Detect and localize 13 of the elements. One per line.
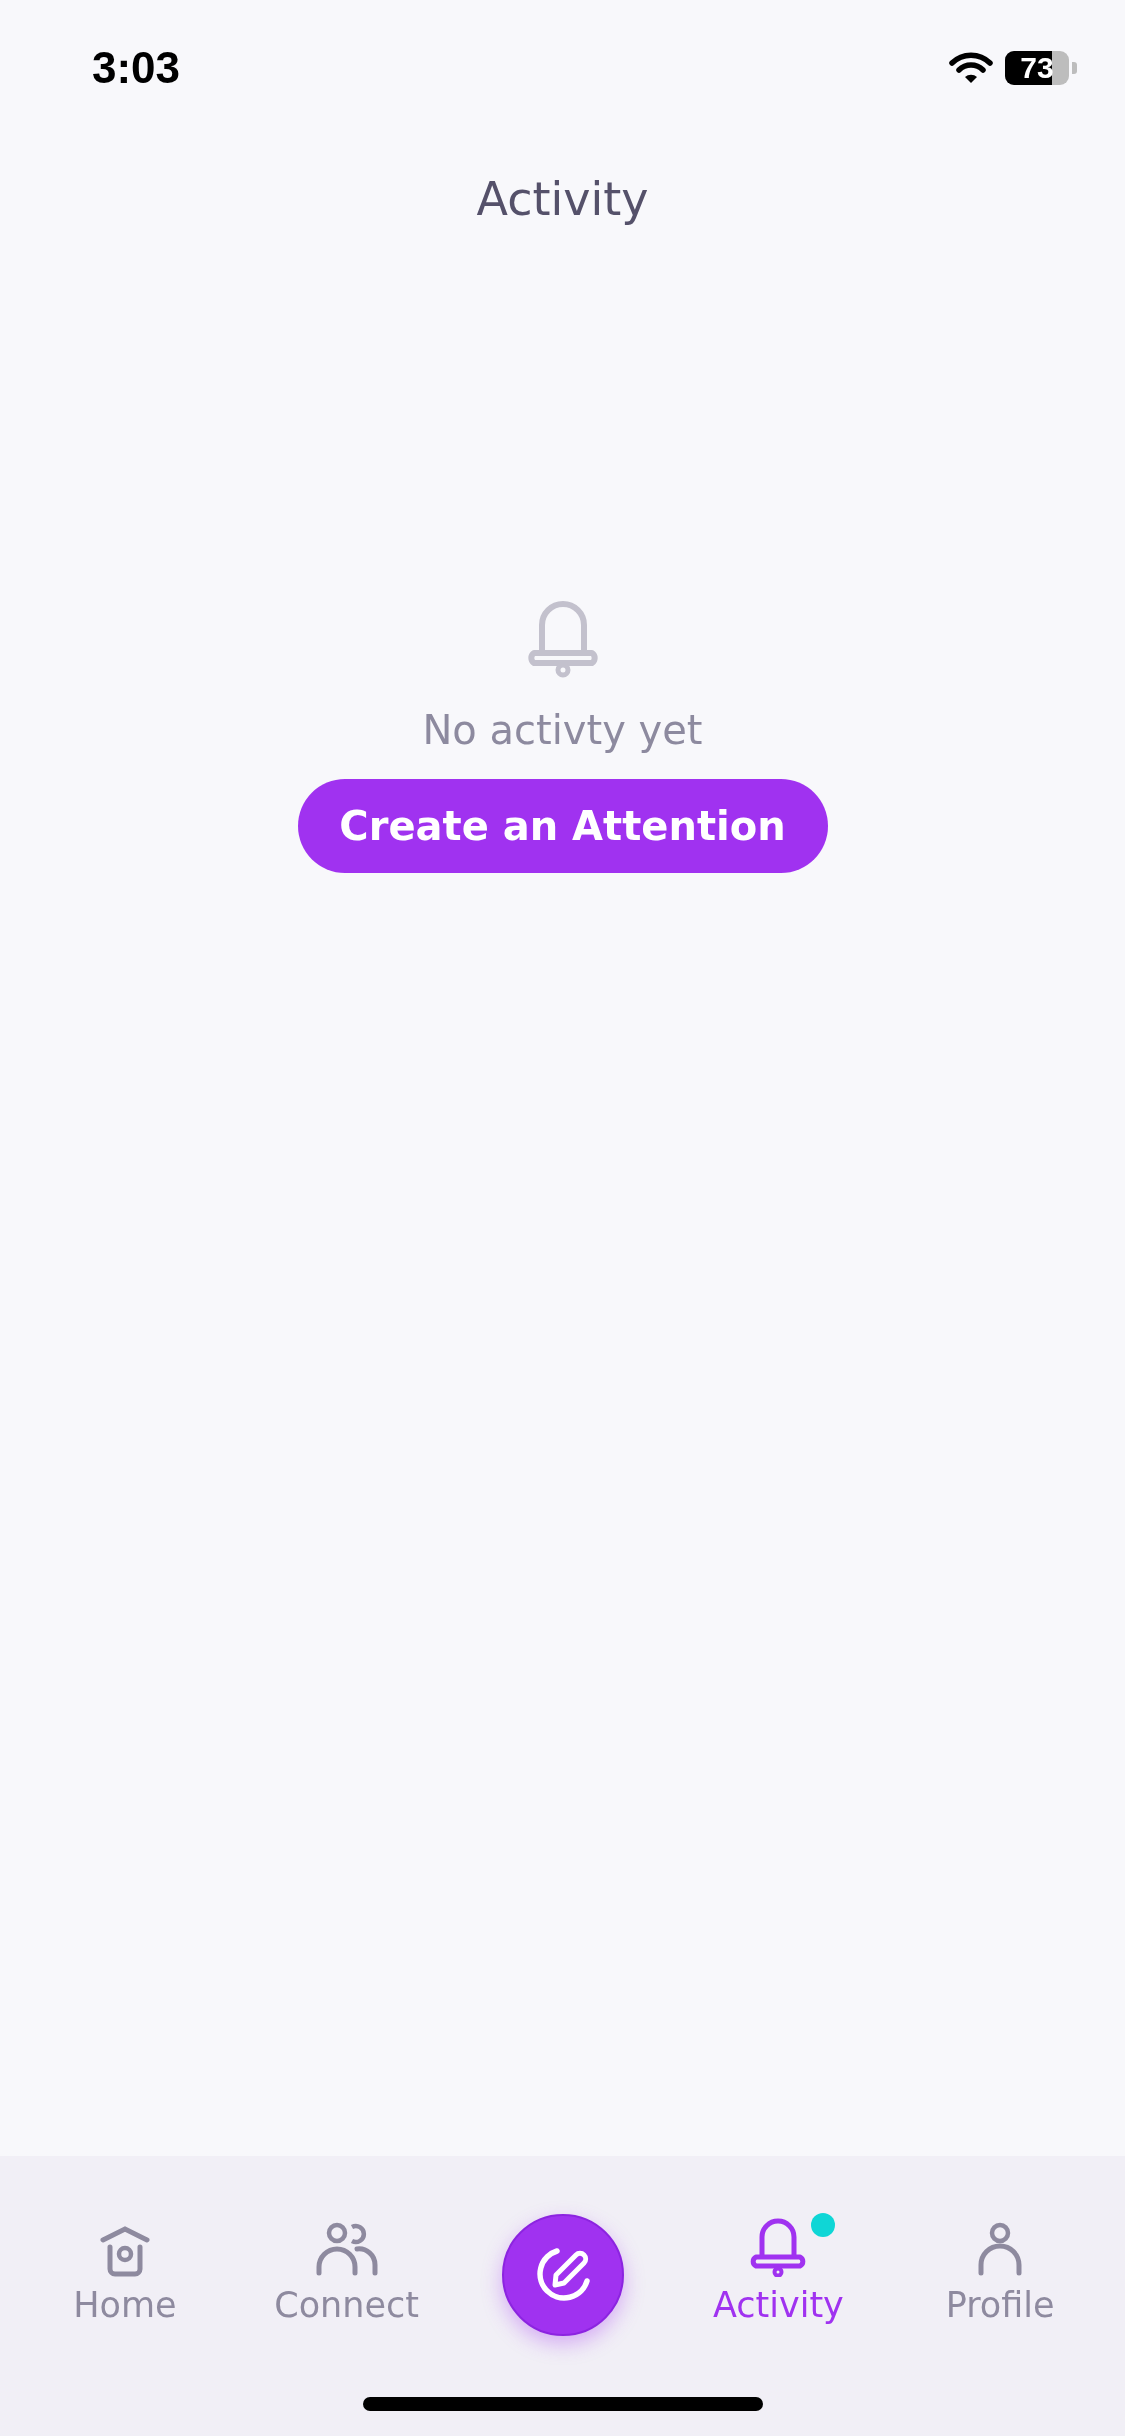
bell-icon [749,2217,808,2277]
wifi-icon [949,51,993,85]
tab-item[interactable]: Profile [889,2214,1111,2326]
status-time: 3:03 [92,43,181,93]
empty-message: No activty yet [422,707,703,753]
compose-button[interactable] [501,2214,624,2336]
people-icon [314,2221,379,2277]
house-icon [99,2225,150,2277]
tab-item[interactable]: Home [14,2214,236,2326]
create-attention-button[interactable]: Create an Attention [297,779,828,873]
battery-cap [1072,62,1077,74]
tab-item[interactable]: Activity [667,2214,890,2326]
tab-item[interactable]: Connect [235,2214,458,2326]
